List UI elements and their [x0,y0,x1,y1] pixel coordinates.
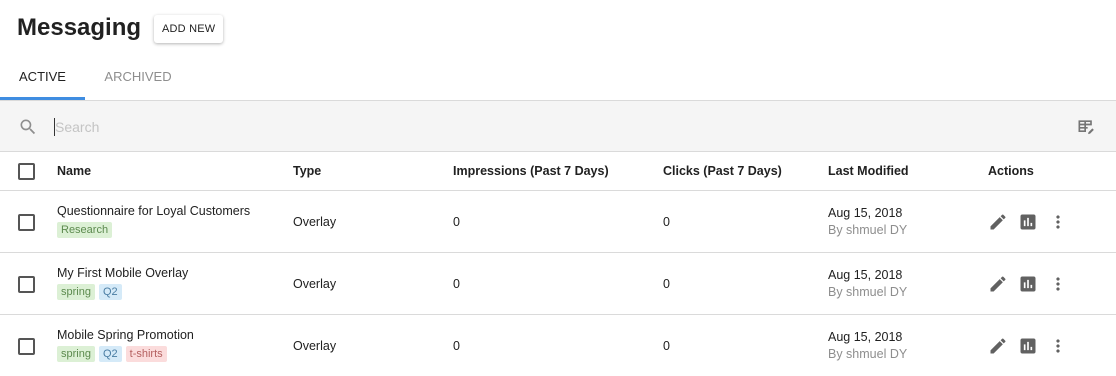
more-vert-icon[interactable] [1048,336,1068,356]
modified-by: By shmuel DY [828,223,908,237]
messages-table: Name Type Impressions (Past 7 Days) Clic… [0,152,1116,376]
tag-list: spring Q2 [57,284,122,300]
search-icon[interactable] [18,117,38,137]
bar-chart-icon[interactable] [1018,274,1038,294]
select-all-checkbox[interactable] [18,163,35,180]
pencil-icon[interactable] [988,336,1008,356]
search-input[interactable] [55,113,955,141]
message-name-link[interactable]: My First Mobile Overlay [57,266,188,280]
tab-active[interactable]: ACTIVE [0,60,85,100]
column-header-actions: Actions [988,164,1034,178]
clicks-cell: 0 [663,277,670,291]
type-cell: Overlay [293,277,337,291]
type-cell: Overlay [293,339,337,353]
row-checkbox[interactable] [18,338,35,355]
tag-badge: Q2 [98,346,122,362]
clicks-cell: 0 [663,339,670,353]
column-header-type[interactable]: Type [293,164,321,178]
table-edit-icon[interactable] [1076,117,1096,137]
modified-date: Aug 15, 2018 [828,330,903,344]
modified-date: Aug 15, 2018 [828,206,903,220]
pencil-icon[interactable] [988,212,1008,232]
clicks-cell: 0 [663,215,670,229]
search-bar [0,101,1116,152]
column-header-impressions[interactable]: Impressions (Past 7 Days) [453,164,609,178]
tag-badge: Research [57,222,113,238]
page-title: Messaging [17,14,142,41]
modified-date: Aug 15, 2018 [828,268,903,282]
tag-badge: spring [57,284,95,300]
table-row: Mobile Spring Promotion spring Q2 t-shir… [0,315,1116,376]
row-checkbox[interactable] [18,276,35,293]
bar-chart-icon[interactable] [1018,212,1038,232]
column-header-last-modified[interactable]: Last Modified [828,164,909,178]
tag-list: spring Q2 t-shirts [57,346,167,362]
bar-chart-icon[interactable] [1018,336,1038,356]
modified-by: By shmuel DY [828,285,908,299]
column-header-name[interactable]: Name [57,164,91,178]
type-cell: Overlay [293,215,337,229]
row-checkbox[interactable] [18,214,35,231]
table-header: Name Type Impressions (Past 7 Days) Clic… [0,152,1116,191]
more-vert-icon[interactable] [1048,274,1068,294]
page-header: Messaging ADD NEW [0,0,1116,60]
impressions-cell: 0 [453,339,460,353]
message-name-link[interactable]: Mobile Spring Promotion [57,328,194,342]
tab-bar: ACTIVE ARCHIVED [0,60,1116,101]
tag-badge: Q2 [98,284,122,300]
pencil-icon[interactable] [988,274,1008,294]
tag-list: Research [57,222,113,238]
tag-badge: t-shirts [125,346,167,362]
tab-archived[interactable]: ARCHIVED [92,60,184,100]
more-vert-icon[interactable] [1048,212,1068,232]
add-new-button[interactable]: ADD NEW [154,15,224,43]
column-header-clicks[interactable]: Clicks (Past 7 Days) [663,164,782,178]
tag-badge: spring [57,346,95,362]
table-row: Questionnaire for Loyal Customers Resear… [0,191,1116,253]
message-name-link[interactable]: Questionnaire for Loyal Customers [57,204,250,218]
modified-by: By shmuel DY [828,347,908,361]
impressions-cell: 0 [453,277,460,291]
table-row: My First Mobile Overlay spring Q2 Overla… [0,253,1116,315]
impressions-cell: 0 [453,215,460,229]
